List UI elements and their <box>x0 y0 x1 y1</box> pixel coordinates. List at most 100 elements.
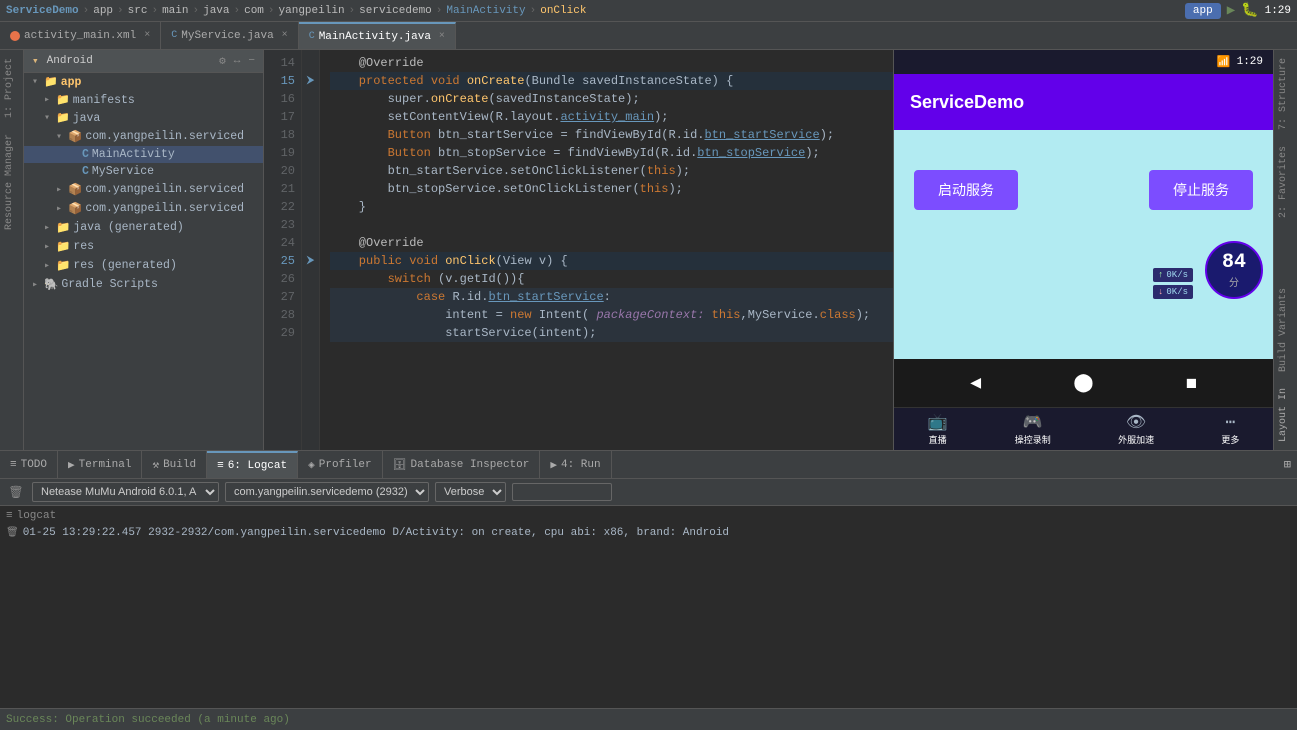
tree-item-pkg3[interactable]: ▸ 📦 com.yangpeilin.serviced <box>24 199 263 218</box>
tab-dbinspector[interactable]: 🗄 Database Inspector <box>383 451 541 478</box>
run-icon: ▶ <box>550 458 557 472</box>
tree-item-res[interactable]: ▸ 📁 res <box>24 237 263 256</box>
com-crumb[interactable]: com <box>244 5 264 17</box>
sidebar-sync-icon[interactable]: ↔ <box>234 55 241 67</box>
time-display: 1:29 <box>1265 5 1291 17</box>
todo-icon: ≡ <box>10 459 17 471</box>
layout-in-label: Layout In <box>1274 380 1297 450</box>
sidebar-header: ▾ Android ⚙ ↔ − <box>24 50 263 73</box>
gutter-26 <box>302 270 319 288</box>
src-crumb[interactable]: src <box>128 5 148 17</box>
tree-item-gradle[interactable]: ▸ 🐘 Gradle Scripts <box>24 275 263 294</box>
debug-icon[interactable]: 🐛 <box>1241 2 1258 19</box>
tab-close-activity-main[interactable]: × <box>144 30 150 41</box>
stop-service-btn[interactable]: 停止服务 <box>1149 170 1253 210</box>
tab-run[interactable]: ▶ 4: Run <box>540 451 611 478</box>
ln-27: 27 <box>264 288 301 306</box>
profiler-icon: ◈ <box>308 458 315 472</box>
delete-log-btn[interactable]: 🗑 <box>6 525 19 542</box>
nav-recent-btn[interactable]: ◼ <box>1186 372 1197 394</box>
log-text: 01-25 13:29:22.457 2932-2932/com.yangpei… <box>23 525 729 542</box>
action-speed[interactable]: 👁 外服加速 <box>1118 412 1154 446</box>
tree-label-java-gen: java (generated) <box>73 221 183 234</box>
resource-manager-label[interactable]: Resource Manager <box>0 126 23 238</box>
sidebar-minimize-icon[interactable]: − <box>248 55 255 67</box>
tab-terminal[interactable]: ▶ Terminal <box>58 451 142 478</box>
tree-item-mainactivity[interactable]: C MainActivity <box>24 146 263 163</box>
tab-activity-main[interactable]: activity_main.xml × <box>0 22 161 49</box>
tab-todo[interactable]: ≡ TODO <box>0 451 58 478</box>
tab-build[interactable]: ⚒ Build <box>142 451 207 478</box>
code-content[interactable]: @Override protected void onCreate(Bundle… <box>320 50 893 450</box>
phone-screen: ServiceDemo 启动服务 停止服务 ↑ 0K/s ↓ 0K/s 84 分 <box>894 74 1273 359</box>
action-live[interactable]: 📺 直播 <box>928 412 948 446</box>
onclick-crumb[interactable]: onClick <box>540 5 586 17</box>
tab-close-myservice[interactable]: × <box>282 30 288 41</box>
ln-17: 17 <box>264 108 301 126</box>
tree-item-pkg1[interactable]: ▾ 📦 com.yangpeilin.serviced <box>24 127 263 146</box>
tab-close-mainactivity[interactable]: × <box>439 31 445 42</box>
code-line-18: Button btn_startService = findViewById(R… <box>330 126 893 144</box>
ln-19: 19 <box>264 144 301 162</box>
project-panel-label[interactable]: 1: Project <box>0 50 23 126</box>
servicedemo-crumb[interactable]: servicedemo <box>359 5 432 17</box>
logcat-content: ≡ logcat 🗑 01-25 13:29:22.457 2932-2932/… <box>0 506 1297 708</box>
tree-item-res-gen[interactable]: ▸ 📁 res (generated) <box>24 256 263 275</box>
java-crumb[interactable]: java <box>203 5 229 17</box>
gutter-28 <box>302 306 319 324</box>
logcat-layout-btn[interactable]: ⊞ <box>1284 457 1291 472</box>
tree-item-pkg2[interactable]: ▸ 📦 com.yangpeilin.serviced <box>24 180 263 199</box>
level-select[interactable]: Verbose Debug Info Warn Error <box>435 482 506 502</box>
trash-icon[interactable]: 🗑 <box>6 482 26 502</box>
start-service-btn[interactable]: 启动服务 <box>914 170 1018 210</box>
build-icon: ⚒ <box>152 458 159 472</box>
code-line-22: } <box>330 198 893 216</box>
mainactivity-crumb[interactable]: MainActivity <box>446 5 525 17</box>
ln-23: 23 <box>264 216 301 234</box>
arrow-res: ▸ <box>44 241 56 253</box>
tab-myservice[interactable]: C MyService.java × <box>161 22 298 49</box>
folder-manifests-icon: 📁 <box>56 93 70 107</box>
pkg1-icon: 📦 <box>68 129 82 144</box>
package-select[interactable]: com.yangpeilin.servicedemo (2932) <box>225 482 429 502</box>
nav-back-btn[interactable]: ◀ <box>970 372 981 394</box>
build-variants-label[interactable]: Build Variants <box>1274 280 1297 380</box>
tab-profiler[interactable]: ◈ Profiler <box>298 451 382 478</box>
tree-label-manifests: manifests <box>73 94 135 107</box>
main-crumb[interactable]: main <box>162 5 188 17</box>
tree-item-java[interactable]: ▾ 📁 java <box>24 109 263 127</box>
tree-item-manifests[interactable]: ▸ 📁 manifests <box>24 91 263 109</box>
gutter-20 <box>302 162 319 180</box>
sidebar-settings-icon[interactable]: ⚙ <box>219 54 226 68</box>
project-name[interactable]: ServiceDemo <box>6 5 79 17</box>
tree-item-myservice[interactable]: C MyService <box>24 163 263 180</box>
code-line-20: btn_startService.setOnClickListener(this… <box>330 162 893 180</box>
tree-item-java-gen[interactable]: ▸ 📁 java (generated) <box>24 218 263 237</box>
phone-preview: 📶 1:29 ServiceDemo 启动服务 停止服务 ↑ 0K/s ↓ 0K… <box>893 50 1273 450</box>
structure-label[interactable]: 7: Structure <box>1274 50 1297 138</box>
tree-item-app[interactable]: ▾ 📁 app <box>24 73 263 91</box>
app-crumb[interactable]: app <box>93 5 113 17</box>
favorites-label[interactable]: 2: Favorites <box>1274 138 1297 226</box>
phone-app-title: ServiceDemo <box>910 92 1024 113</box>
gutter-17 <box>302 108 319 126</box>
action-control[interactable]: 🎮 操控录制 <box>1015 412 1051 446</box>
tree-label-myservice: MyService <box>92 165 154 178</box>
line-numbers: 14 15 16 17 18 19 20 21 22 23 24 25 26 2… <box>264 50 302 450</box>
tab-logcat[interactable]: ≡ 6: Logcat <box>207 451 298 478</box>
logcat-search-input[interactable] <box>512 483 612 501</box>
folder-res-icon: 📁 <box>56 239 70 254</box>
gutter-18 <box>302 126 319 144</box>
nav-home-btn[interactable]: ⬤ <box>1073 372 1093 394</box>
ln-21: 21 <box>264 180 301 198</box>
ln-24: 24 <box>264 234 301 252</box>
device-select[interactable]: Netease MuMu Android 6.0.1, A <box>32 482 219 502</box>
tab-mainactivity[interactable]: C MainActivity.java × <box>299 22 456 49</box>
run-config-btn[interactable]: app <box>1185 3 1221 19</box>
action-more[interactable]: ⋯ 更多 <box>1221 412 1239 446</box>
play-icon[interactable]: ▶ <box>1227 2 1235 19</box>
code-view[interactable]: 14 15 16 17 18 19 20 21 22 23 24 25 26 2… <box>264 50 893 450</box>
ln-26: 26 <box>264 270 301 288</box>
yangpeilin-crumb[interactable]: yangpeilin <box>279 5 345 17</box>
sep1: › <box>83 5 90 17</box>
